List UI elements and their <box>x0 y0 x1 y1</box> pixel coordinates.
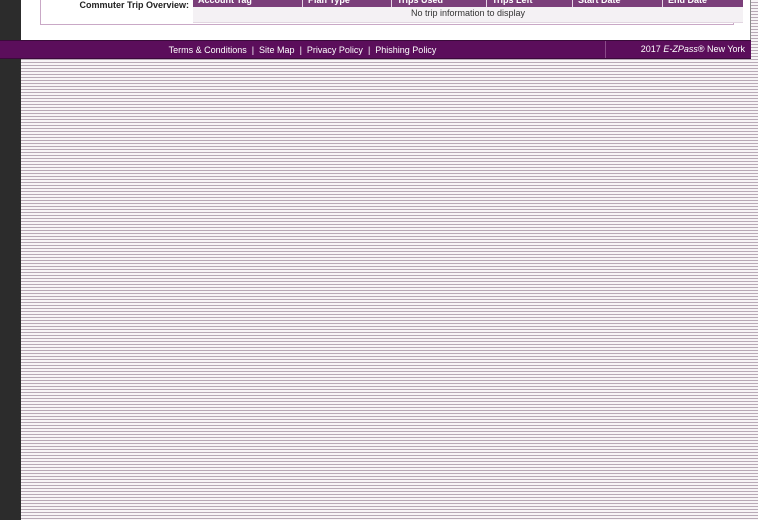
link-separator: | <box>367 44 371 55</box>
copyright-brand: E-ZPass <box>663 44 698 54</box>
site-map-link[interactable]: Site Map <box>259 45 295 55</box>
link-separator: | <box>251 44 255 55</box>
footer-copyright: 2017 E-ZPass® New York <box>605 41 751 58</box>
column-header-start-date[interactable]: Start Date <box>573 0 663 7</box>
footer-bar: Terms & Conditions | Site Map | Privacy … <box>0 40 751 59</box>
empty-table-message: No trip information to display <box>193 7 743 23</box>
commuter-trip-panel: Commuter Trip Overview: Account Tag Plan… <box>40 0 743 25</box>
column-header-trips-left[interactable]: Trips Left <box>487 0 573 7</box>
column-header-trips-used[interactable]: Trips Used <box>392 0 487 7</box>
footer-links: Terms & Conditions | Site Map | Privacy … <box>0 41 605 58</box>
column-header-end-date[interactable]: End Date <box>663 0 743 7</box>
privacy-policy-link[interactable]: Privacy Policy <box>307 45 363 55</box>
phishing-policy-link[interactable]: Phishing Policy <box>375 45 436 55</box>
commuter-trip-table: Account Tag Plan Type Trips Used Trips L… <box>193 0 743 23</box>
link-separator: | <box>299 44 302 55</box>
terms-conditions-link[interactable]: Terms & Conditions <box>169 45 247 55</box>
left-rail <box>0 0 21 520</box>
copyright-rest: ® New York <box>697 44 745 54</box>
commuter-trip-label: Commuter Trip Overview: <box>79 0 189 10</box>
column-header-plan-type[interactable]: Plan Type <box>303 0 392 7</box>
copyright-year: 2017 <box>640 44 661 54</box>
table-header: Account Tag Plan Type Trips Used Trips L… <box>193 0 743 7</box>
page-content: Commuter Trip Overview: Account Tag Plan… <box>21 0 751 40</box>
column-header-account-tag[interactable]: Account Tag <box>193 0 303 7</box>
